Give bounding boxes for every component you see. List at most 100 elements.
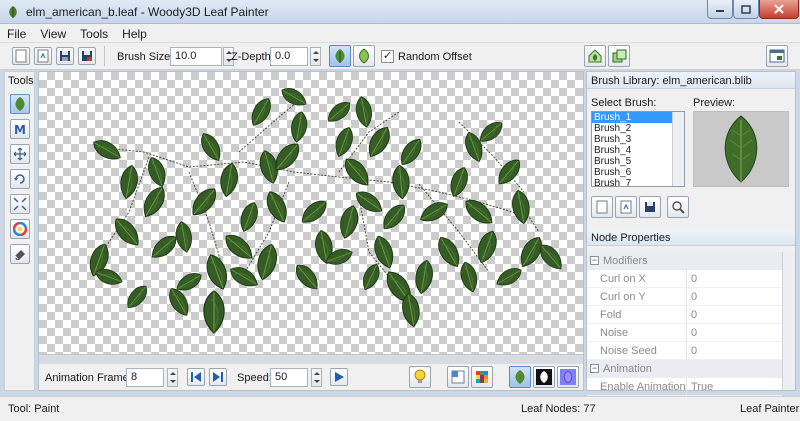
collapse-icon[interactable]: − [590, 256, 599, 265]
first-frame-button[interactable] [187, 368, 205, 386]
close-icon [774, 4, 784, 14]
random-offset-checkbox[interactable]: ✓ [381, 50, 394, 63]
property-row[interactable]: Curl on X 0 [587, 270, 782, 288]
property-name: Curl on X [587, 270, 687, 287]
animation-frames-input[interactable]: 8 [126, 368, 164, 387]
window-layout-button[interactable] [766, 45, 788, 67]
background-grid-button[interactable] [471, 366, 493, 388]
property-grid: − Modifiers Curl on X 0 Curl on Y 0 Fold… [587, 252, 782, 396]
brush-list-item[interactable]: Brush_2 [592, 123, 684, 134]
animation-frames-label: Animation Frames: [45, 372, 138, 384]
brush-list-scrollbar[interactable] [672, 112, 684, 186]
light-button[interactable] [409, 366, 431, 388]
rotate-tool-button[interactable] [10, 169, 30, 189]
z-depth-spinner[interactable] [310, 47, 321, 66]
property-value[interactable]: 0 [687, 288, 697, 305]
speed-spinner[interactable] [311, 368, 322, 387]
rotate-icon [14, 174, 25, 184]
normal-map-icon [560, 369, 576, 385]
save-button[interactable] [56, 47, 74, 65]
property-category-modifiers[interactable]: − Modifiers [587, 252, 782, 270]
leaf-color-icon [515, 370, 525, 384]
property-grid-scrollbar[interactable] [782, 252, 795, 390]
z-depth-input[interactable]: 0.0 [270, 47, 308, 66]
property-row[interactable]: Curl on Y 0 [587, 288, 782, 306]
property-value[interactable]: 0 [687, 270, 697, 287]
scale-tool-button[interactable] [10, 194, 30, 214]
brush-list-item[interactable]: Brush_3 [592, 134, 684, 145]
maximize-icon [741, 4, 751, 14]
close-button[interactable] [759, 0, 799, 19]
m-letter-icon: M [14, 123, 26, 136]
play-button[interactable] [330, 368, 348, 386]
property-row[interactable]: Noise 0 [587, 324, 782, 342]
property-category-animation[interactable]: − Animation [587, 360, 782, 378]
brush-list[interactable]: Brush_1 Brush_2 Brush_3 Brush_4 Brush_5 … [591, 111, 685, 187]
property-name: Fold [587, 306, 687, 323]
property-value[interactable]: 0 [687, 324, 697, 341]
lightbulb-icon [414, 369, 426, 383]
library-open-button[interactable] [615, 196, 637, 218]
open-file-button[interactable] [34, 47, 52, 65]
tools-panel: Tools M [4, 71, 35, 391]
paint-canvas[interactable] [39, 72, 583, 354]
minimize-button[interactable] [707, 0, 733, 19]
menu-help[interactable]: Help [115, 24, 154, 42]
svg-text:M: M [14, 123, 26, 136]
brush-size-input[interactable]: 10.0 [170, 47, 222, 66]
animation-frames-spinner[interactable] [167, 368, 178, 387]
property-value[interactable]: True [687, 378, 713, 395]
collapse-icon[interactable]: − [590, 364, 599, 373]
background-solid-button[interactable] [447, 366, 469, 388]
paint-tool-button[interactable] [10, 94, 30, 114]
color-wheel-icon [13, 222, 27, 236]
leaf-alpha-icon [536, 369, 552, 385]
property-value[interactable]: 0 [687, 306, 697, 323]
brush-list-item[interactable]: Brush_7 [592, 178, 684, 186]
property-row[interactable]: Noise Seed 0 [587, 342, 782, 360]
canvas-horizontal-scrollbar[interactable] [39, 354, 583, 364]
background-swatch-icon [451, 370, 465, 384]
maximize-button[interactable] [733, 0, 759, 19]
title-bar: elm_american_b.leaf - Woody3D Leaf Paint… [0, 0, 800, 24]
play-icon [335, 372, 344, 382]
property-row[interactable]: Enable Animation True [587, 378, 782, 396]
save-as-button[interactable] [78, 47, 96, 65]
speed-label: Speed: [237, 372, 272, 384]
z-depth-label: Z-Depth: [231, 51, 274, 63]
canvas-area: Animation Frames: 8 Speed: 50 [38, 71, 584, 391]
library-zoom-button[interactable] [667, 196, 689, 218]
speed-input[interactable]: 50 [270, 368, 308, 387]
menu-tools[interactable]: Tools [73, 24, 115, 42]
property-row[interactable]: Fold 0 [587, 306, 782, 324]
brush-list-item[interactable]: Brush_6 [592, 167, 684, 178]
leaf-variant-button[interactable] [353, 45, 375, 67]
eraser-tool-button[interactable] [10, 244, 30, 264]
view-alpha-button[interactable] [533, 366, 555, 388]
skip-back-icon [191, 372, 201, 382]
library-save-button[interactable] [639, 196, 661, 218]
last-frame-button[interactable] [209, 368, 227, 386]
brush-list-item[interactable]: Brush_5 [592, 156, 684, 167]
copy-leaf-button[interactable] [608, 45, 630, 67]
menu-file[interactable]: File [0, 24, 33, 42]
category-label: Animation [603, 363, 652, 375]
menu-view[interactable]: View [33, 24, 73, 42]
brush-preview [693, 111, 789, 187]
property-value[interactable]: 0 [687, 342, 697, 359]
library-new-button[interactable] [591, 196, 613, 218]
pan-tool-button[interactable] [10, 144, 30, 164]
property-name: Enable Animation [587, 378, 687, 395]
export-leaf-button[interactable] [584, 45, 606, 67]
new-file-button[interactable] [12, 47, 30, 65]
window-layout-icon [769, 49, 785, 63]
view-normal-button[interactable] [557, 366, 579, 388]
leaf-brush-button[interactable] [329, 45, 351, 67]
toolbar-separator [104, 46, 105, 66]
view-color-button[interactable] [509, 366, 531, 388]
brush-list-item[interactable]: Brush_1 [592, 112, 684, 123]
move-tool-m-button[interactable]: M [10, 119, 30, 139]
color-tool-button[interactable] [10, 219, 30, 239]
brush-list-item[interactable]: Brush_4 [592, 145, 684, 156]
move-arrows-icon [13, 147, 27, 161]
